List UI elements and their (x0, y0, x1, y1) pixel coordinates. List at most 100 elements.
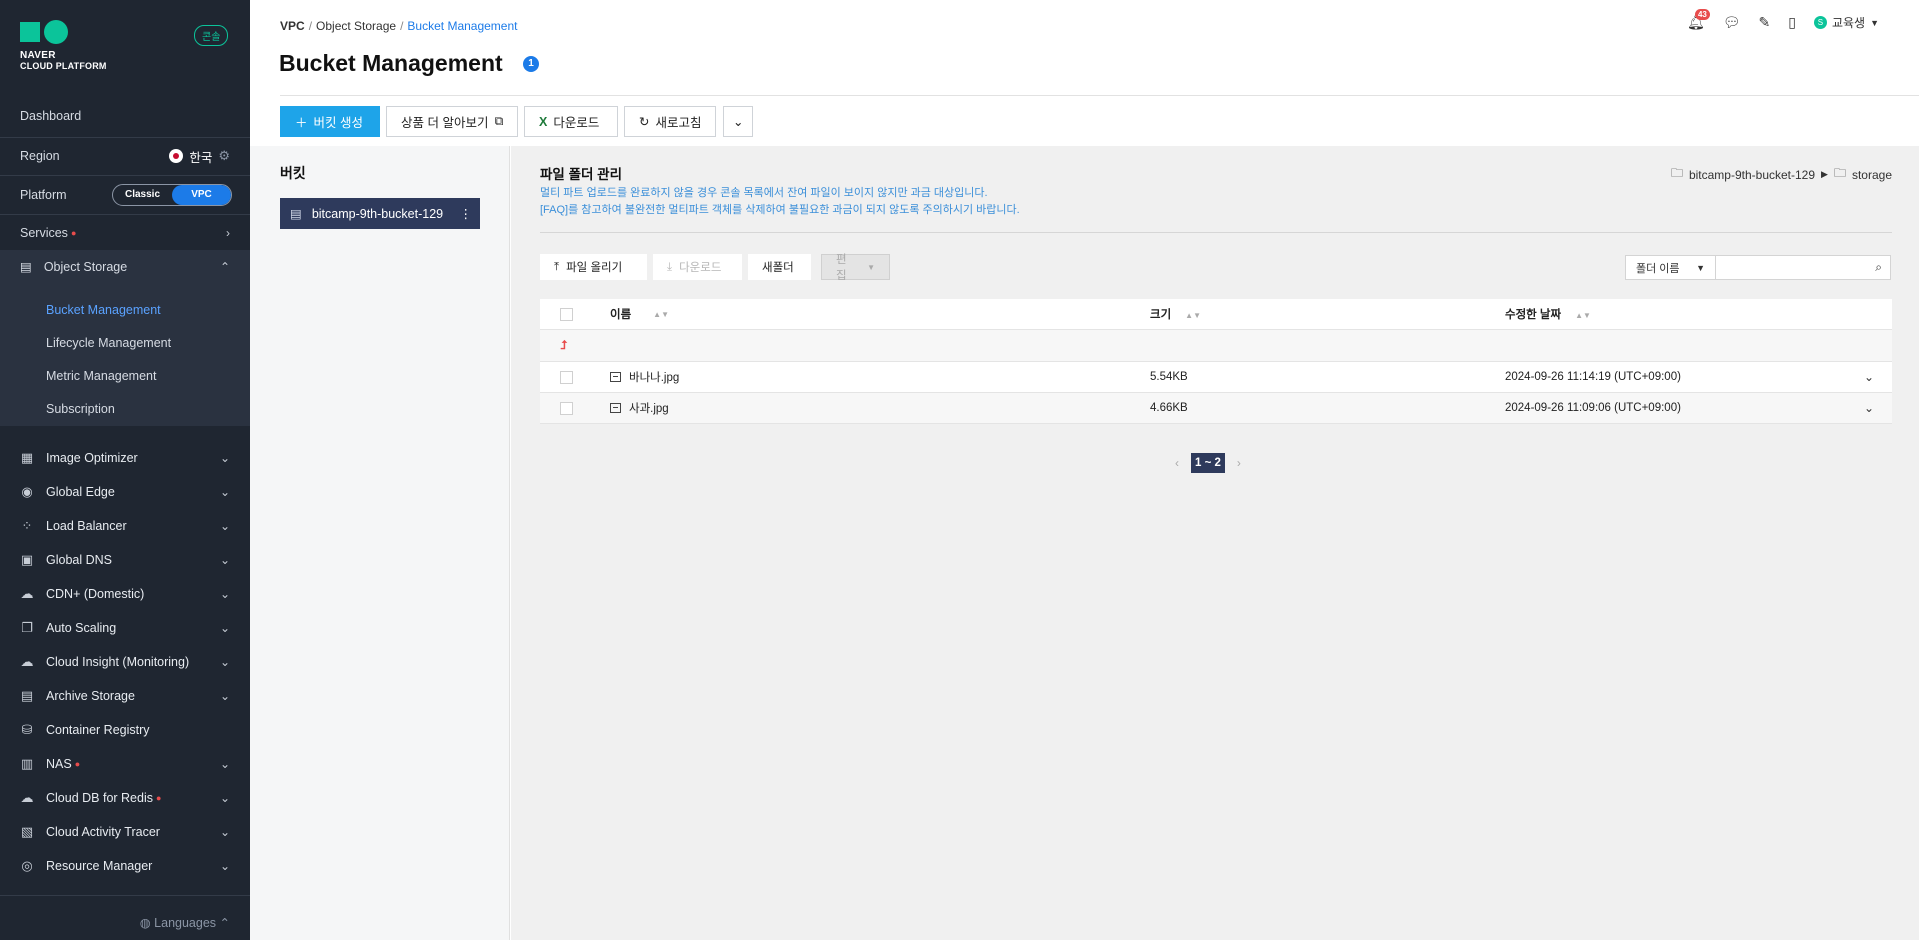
folder-icon: 🗀︎ (1670, 166, 1683, 180)
faq-notice[interactable]: [FAQ]를 참고하여 불완전한 멀티파트 객체를 삭제하여 불필요한 과금이 … (540, 201, 1020, 217)
globe-icon: ◍ (139, 916, 151, 930)
current-path: 🗀︎ bitcamp-9th-bucket-129 ▶ 🗀︎ storage (1671, 164, 1892, 185)
sidebar-item-cdn[interactable]: ☁ CDN+ (Domestic) ⌄ (0, 577, 250, 611)
row-checkbox[interactable] (560, 370, 573, 384)
chevron-down-icon: ⌄ (219, 451, 230, 465)
upload-icon: ⤒ (554, 260, 560, 273)
sidebar-item-bucket-management[interactable]: Bucket Management (46, 303, 161, 317)
file-name[interactable]: 사과.jpg (629, 400, 669, 416)
select-all-checkbox[interactable] (560, 307, 573, 321)
sidebar-item-archive-storage[interactable]: ▤ Archive Storage ⌄ (0, 679, 250, 713)
caret-down-icon: ▼ (1696, 262, 1705, 273)
image-optimizer-icon: ▦ (20, 450, 34, 465)
edit-dropdown-button[interactable]: 편집 ▼ (821, 254, 890, 282)
user-menu[interactable]: S 교육생 ▼ (1813, 14, 1879, 31)
chevron-down-icon: ⌄ (219, 655, 230, 669)
chevron-down-icon: ⌄ (219, 791, 230, 805)
prev-page-icon[interactable]: ‹ (1175, 456, 1179, 470)
column-name[interactable]: 이름 ▲▼ (610, 306, 669, 322)
sidebar-item-cloud-insight[interactable]: ☁ Cloud Insight (Monitoring) ⌄ (0, 645, 250, 679)
sidebar-item-global-edge[interactable]: ◉ Global Edge ⌄ (0, 475, 250, 509)
column-size[interactable]: 크기 ▲▼ (1150, 306, 1201, 322)
download-excel-button[interactable]: X 다운로드 (524, 106, 618, 137)
info-badge[interactable]: 1 (523, 56, 539, 72)
sidebar-item-lifecycle-management[interactable]: Lifecycle Management (46, 336, 171, 350)
chevron-down-icon[interactable]: ⌄ (1864, 370, 1874, 384)
file-date: 2024-09-26 11:09:06 (UTC+09:00) (1505, 402, 1681, 414)
caret-down-icon: ▼ (867, 262, 875, 272)
sidebar-item-nas[interactable]: ▥ NAS ● ⌄ (0, 747, 250, 781)
path-bucket[interactable]: bitcamp-9th-bucket-129 (1689, 168, 1815, 182)
sidebar-item-cloud-db-redis[interactable]: ☁ Cloud DB for Redis ● ⌄ (0, 781, 250, 815)
console-badge[interactable]: 콘솔 (194, 25, 229, 46)
sidebar-dashboard[interactable]: Dashboard (0, 97, 250, 135)
more-dropdown-button[interactable]: ⌄ (723, 106, 753, 137)
chevron-down-icon: ⌄ (219, 757, 230, 771)
sidebar: NAVER CLOUD PLATFORM 콘솔 Dashboard Region… (0, 0, 250, 940)
sort-icon: ▲▼ (1575, 311, 1591, 320)
bell-icon[interactable]: 🔔︎ 43 (1687, 9, 1710, 31)
registry-icon: ⛁ (21, 722, 33, 737)
chevron-right-icon: › (226, 226, 230, 240)
sidebar-item-image-optimizer[interactable]: ▦ Image Optimizer ⌄ (0, 441, 250, 475)
table-row[interactable]: 사과.jpg 4.66KB 2024-09-26 11:09:06 (UTC+0… (540, 393, 1892, 424)
sidebar-services[interactable]: Services ● › (0, 214, 250, 252)
gear-icon[interactable]: ⚙ (218, 148, 230, 164)
next-page-icon[interactable]: › (1237, 456, 1241, 470)
sidebar-item-container-registry[interactable]: ⛁ Container Registry (0, 713, 250, 747)
object-storage-icon: ▤ (20, 260, 32, 274)
search-type-select[interactable]: 폴더 이름 ▼ (1625, 255, 1716, 280)
breadcrumb-bucket-management[interactable]: Bucket Management (407, 19, 517, 33)
more-vertical-icon[interactable]: ⋮ (460, 206, 473, 221)
plus-icon: ＋ (295, 116, 308, 130)
naver-cloud-logo[interactable]: NAVER CLOUD PLATFORM (20, 20, 140, 82)
chevron-down-icon: ⌄ (219, 587, 230, 601)
breadcrumb-vpc[interactable]: VPC (280, 19, 305, 33)
sidebar-object-storage[interactable]: ▤ Object Storage ⌃ (0, 250, 250, 283)
chevron-down-icon: ⌄ (219, 621, 230, 635)
download-file-button[interactable]: ⤓ 다운로드 (653, 254, 742, 280)
parent-folder-row[interactable]: ⮥ (540, 330, 1892, 362)
sidebar-item-auto-scaling[interactable]: ❐ Auto Scaling ⌄ (0, 611, 250, 645)
file-name[interactable]: 바나나.jpg (629, 369, 679, 385)
archive-icon: ▤ (20, 688, 34, 703)
sidebar-item-subscription[interactable]: Subscription (46, 402, 115, 416)
platform-classic[interactable]: Classic (113, 185, 172, 205)
chevron-up-icon: ⌃ (219, 259, 230, 274)
parent-folder-icon[interactable]: ⮥ (560, 338, 567, 353)
platform-toggle[interactable]: Classic VPC (112, 184, 232, 206)
external-link-icon: ⧉ (494, 114, 504, 128)
create-bucket-button[interactable]: ＋ 버킷 생성 (280, 106, 380, 137)
learn-more-button[interactable]: 상품 더 알아보기 ⧉ (386, 106, 518, 137)
sidebar-region[interactable]: Region 한국 ⚙ (0, 137, 250, 175)
auto-scaling-icon: ❐ (21, 620, 33, 635)
table-header: 이름 ▲▼ 크기 ▲▼ 수정한 날짜 ▲▼ (540, 299, 1892, 330)
column-date[interactable]: 수정한 날짜 ▲▼ (1505, 306, 1591, 322)
bucket-item[interactable]: ▤ bitcamp-9th-bucket-129 ⋮ (280, 198, 480, 229)
languages-button[interactable]: ◍ Languages ⌃ (140, 915, 230, 930)
sidebar-item-load-balancer[interactable]: ⁘ Load Balancer ⌄ (0, 509, 250, 543)
notification-count: 43 (1694, 9, 1710, 20)
search-input[interactable]: ⌕ (1715, 255, 1891, 280)
platform-vpc[interactable]: VPC (172, 185, 231, 205)
sidebar-item-resource-manager[interactable]: ◎ Resource Manager ⌄ (0, 849, 250, 883)
breadcrumb-object-storage[interactable]: Object Storage (316, 19, 396, 33)
caret-right-icon: ▶ (1821, 169, 1828, 179)
sidebar-item-global-dns[interactable]: ▣ Global DNS ⌄ (0, 543, 250, 577)
memo-icon[interactable]: ✎ (1759, 14, 1771, 31)
search-icon[interactable]: ⌕ (1875, 260, 1882, 275)
upload-file-button[interactable]: ⤒ 파일 올리기 (540, 254, 647, 280)
page-title: Bucket Management (279, 50, 503, 76)
refresh-button[interactable]: ↻ 새로고침 (624, 106, 716, 137)
chat-icon[interactable]: 💬︎ (1723, 14, 1741, 31)
global-edge-icon: ◉ (21, 484, 33, 499)
chevron-down-icon[interactable]: ⌄ (1864, 401, 1874, 415)
new-folder-button[interactable]: 새폴더 (748, 254, 811, 280)
row-checkbox[interactable] (560, 401, 573, 415)
sidebar-item-cloud-activity-tracer[interactable]: ▧ Cloud Activity Tracer ⌄ (0, 815, 250, 849)
path-folder[interactable]: storage (1852, 168, 1892, 182)
sidebar-item-metric-management[interactable]: Metric Management (46, 369, 156, 383)
table-row[interactable]: 바나나.jpg 5.54KB 2024-09-26 11:14:19 (UTC+… (540, 362, 1892, 393)
book-icon[interactable]: ▯ (1788, 14, 1796, 31)
page-range[interactable]: 1 ~ 2 (1191, 453, 1225, 473)
